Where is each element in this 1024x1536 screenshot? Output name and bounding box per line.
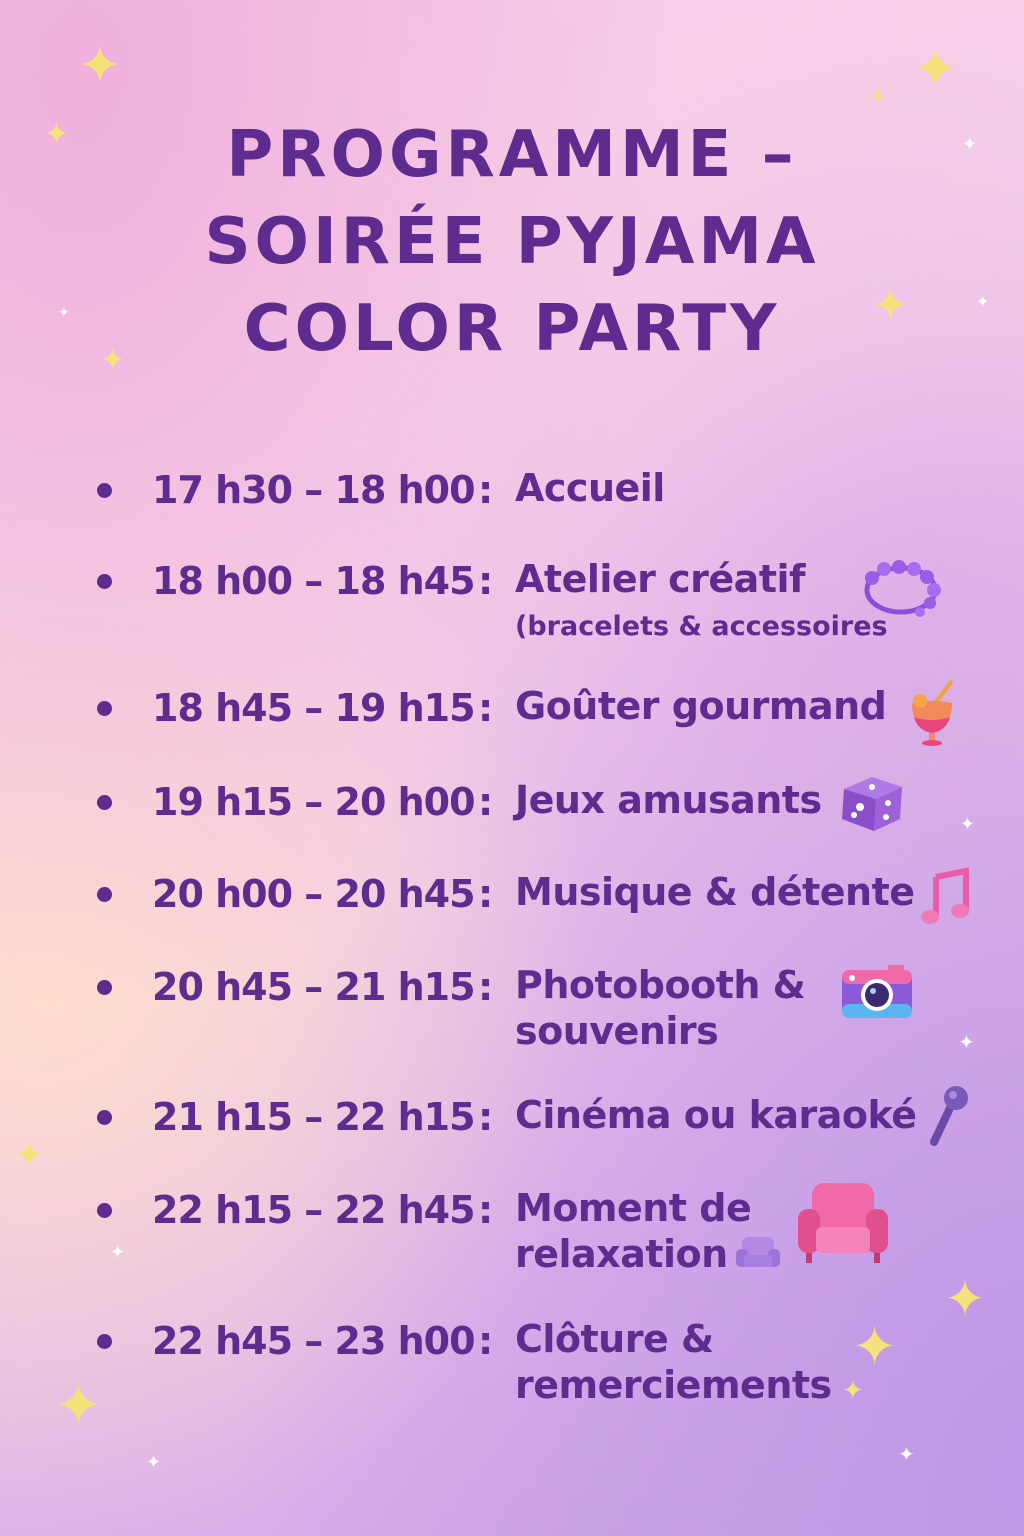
sparkle-icon: ✦ bbox=[852, 1315, 898, 1378]
microphone-icon bbox=[930, 1086, 968, 1146]
sparkle-icon: ✦ bbox=[870, 84, 887, 108]
sparkle-icon: ✦ bbox=[944, 1270, 986, 1328]
activity-label: Goûter gourmand bbox=[515, 683, 887, 729]
sparkle-icon: ✦ bbox=[960, 814, 976, 835]
activity-label: Jeux amusants bbox=[515, 777, 822, 823]
separator: : bbox=[478, 1319, 494, 1363]
bullet bbox=[97, 1110, 112, 1125]
schedule-item-accueil: 17 h30 – 18 h00 : Accueil bbox=[0, 465, 1024, 525]
bullet bbox=[97, 887, 112, 902]
sparkle-icon: ✦ bbox=[842, 1376, 864, 1406]
camera-icon bbox=[842, 965, 912, 1018]
activity-label: Atelier créatif bbox=[515, 556, 806, 602]
sparkle-icon: ✦ bbox=[100, 343, 126, 378]
activity-label: Moment de relaxation bbox=[515, 1185, 752, 1277]
activity-line: Musique & détente bbox=[515, 870, 915, 914]
sparkle-icon: ✦ bbox=[958, 1030, 975, 1054]
sparkle-icon: ✦ bbox=[54, 1371, 103, 1439]
separator: : bbox=[478, 872, 494, 916]
title-line-1: PROGRAMME – bbox=[226, 118, 798, 192]
separator: : bbox=[478, 780, 494, 824]
sparkle-icon: ✦ bbox=[962, 134, 978, 155]
time-slot: 18 h00 – 18 h45 bbox=[152, 559, 476, 603]
cocktail-icon bbox=[912, 679, 954, 746]
activity-line: souvenirs bbox=[515, 1009, 719, 1053]
activity-line: Clôture & bbox=[515, 1317, 714, 1361]
music-note-icon bbox=[921, 867, 969, 924]
sparkle-icon: ✦ bbox=[872, 280, 909, 331]
time-slot: 21 h15 – 22 h15 bbox=[152, 1095, 476, 1139]
schedule-item-gouter: 18 h45 – 19 h15 : Goûter gourmand bbox=[0, 679, 1024, 746]
activity-line: Photobooth & bbox=[515, 963, 806, 1007]
schedule-item-atelier: 18 h00 – 18 h45 : Atelier créatif (brace… bbox=[0, 556, 1024, 642]
time-slot: 20 h45 – 21 h15 bbox=[152, 965, 476, 1009]
bullet bbox=[97, 574, 112, 589]
bullet bbox=[97, 980, 112, 995]
sparkle-icon: ✦ bbox=[110, 1242, 126, 1263]
activity-label: Accueil bbox=[515, 465, 665, 511]
activity-label: Cinéma ou karaoké bbox=[515, 1092, 917, 1138]
sparkle-icon: ✦ bbox=[912, 37, 959, 102]
activity-line: Moment de bbox=[515, 1186, 752, 1230]
page-title: PROGRAMME – SOIRÉE PYJAMA COLOR PARTY bbox=[0, 112, 1024, 373]
schedule-item-jeux: 19 h15 – 20 h00 : Jeux amusants bbox=[0, 777, 1024, 837]
bullet bbox=[97, 701, 112, 716]
sparkle-icon: ✦ bbox=[898, 1442, 915, 1466]
sparkle-icon: ✦ bbox=[14, 1135, 45, 1176]
activity-label: Musique & détente bbox=[515, 869, 915, 915]
activity-line: remerciements bbox=[515, 1363, 832, 1407]
time-slot: 22 h45 – 23 h00 bbox=[152, 1319, 476, 1363]
activity-line: Atelier créatif bbox=[515, 557, 806, 601]
schedule-item-cinema: 21 h15 – 22 h15 : Cinéma ou karaoké bbox=[0, 1086, 1024, 1152]
activity-line: Accueil bbox=[515, 466, 665, 510]
sparkle-icon: ✦ bbox=[44, 117, 70, 152]
separator: : bbox=[478, 468, 494, 512]
schedule-item-relaxation: 22 h15 – 22 h45 : Moment de relaxation bbox=[0, 1183, 1024, 1276]
activity-label: Clôture & remerciements bbox=[515, 1316, 832, 1408]
title-line-3: COLOR PARTY bbox=[243, 292, 781, 366]
bullet bbox=[97, 1203, 112, 1218]
time-slot: 19 h15 – 20 h00 bbox=[152, 780, 476, 824]
activity-line: Cinéma ou karaoké bbox=[515, 1093, 917, 1137]
bullet bbox=[97, 483, 112, 498]
activity-line: relaxation bbox=[515, 1232, 728, 1276]
activity-detail: (bracelets & accessoires bbox=[515, 611, 888, 642]
time-slot: 17 h30 – 18 h00 bbox=[152, 468, 476, 512]
time-slot: 20 h00 – 20 h45 bbox=[152, 872, 476, 916]
sparkle-icon: ✦ bbox=[78, 36, 122, 96]
schedule-item-photobooth: 20 h45 – 21 h15 : Photobooth & souvenirs bbox=[0, 962, 1024, 1053]
armchair-icon bbox=[798, 1183, 888, 1263]
activity-line: Goûter gourmand bbox=[515, 684, 887, 728]
activity-line: Jeux amusants bbox=[515, 778, 822, 822]
time-slot: 18 h45 – 19 h15 bbox=[152, 686, 476, 730]
bracelet-icon bbox=[864, 560, 941, 617]
sparkle-icon: ✦ bbox=[976, 292, 990, 311]
sparkle-icon: ✦ bbox=[146, 1452, 162, 1473]
separator: : bbox=[478, 1095, 494, 1139]
small-armchair-icon bbox=[736, 1237, 780, 1267]
title-line-2: SOIRÉE PYJAMA bbox=[204, 205, 820, 279]
sparkle-icon: ✦ bbox=[58, 305, 70, 321]
separator: : bbox=[478, 965, 494, 1009]
schedule-item-musique: 20 h00 – 20 h45 : Musique & détente bbox=[0, 867, 1024, 929]
separator: : bbox=[478, 1188, 494, 1232]
bullet bbox=[97, 795, 112, 810]
separator: : bbox=[478, 686, 494, 730]
time-slot: 22 h15 – 22 h45 bbox=[152, 1188, 476, 1232]
activity-label: Photobooth & souvenirs bbox=[515, 962, 806, 1054]
separator: : bbox=[478, 559, 494, 603]
dice-icon bbox=[842, 777, 902, 831]
bullet bbox=[97, 1334, 112, 1349]
